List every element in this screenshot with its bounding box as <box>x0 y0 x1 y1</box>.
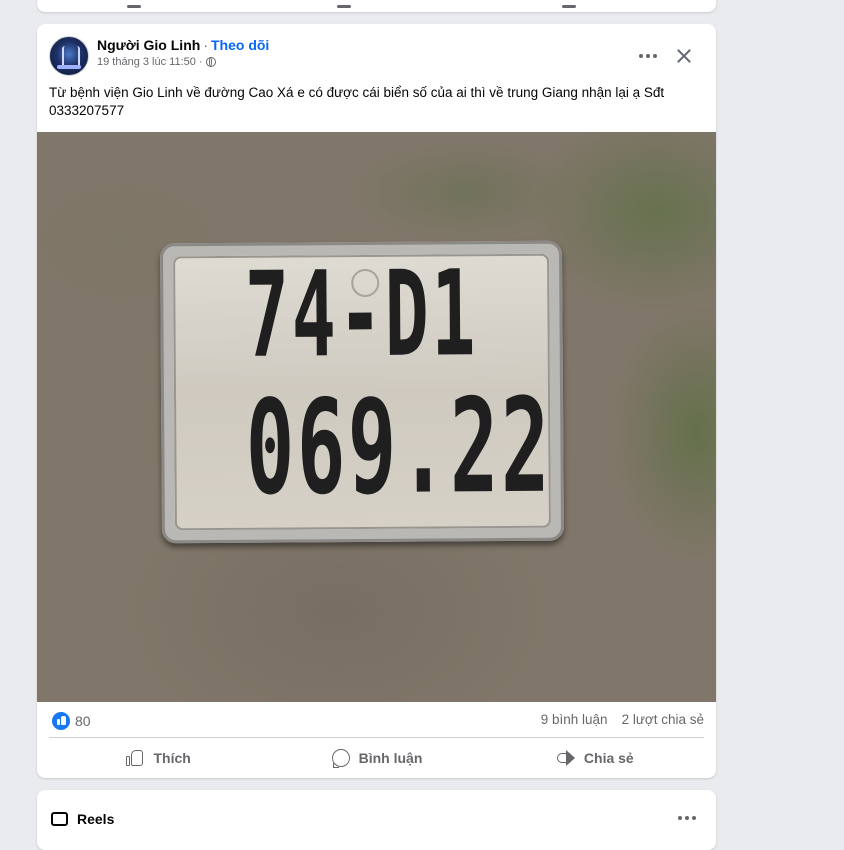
share-arrow-icon <box>556 748 576 768</box>
reels-title[interactable]: Reels <box>77 811 114 827</box>
avatar[interactable] <box>49 36 89 76</box>
like-label: Thích <box>153 750 191 766</box>
like-reaction-icon[interactable] <box>52 712 70 730</box>
close-icon[interactable] <box>672 44 696 68</box>
globe-icon[interactable] <box>205 57 216 67</box>
post-stats: 80 9 bình luận 2 lượt chia sẻ <box>49 710 704 732</box>
share-button[interactable]: Chia sẻ <box>486 742 704 774</box>
post-card: Người Gio Linh · Theo dõi 19 tháng 3 lúc 1… <box>37 24 716 778</box>
license-plate: 74-D1 069.22 <box>159 240 565 544</box>
like-button[interactable]: Thích <box>49 742 267 774</box>
reels-more-button[interactable] <box>678 816 696 820</box>
comment-label: Bình luận <box>358 750 423 766</box>
previous-post-card <box>37 0 716 12</box>
plate-line-1: 74-D1 <box>244 244 479 384</box>
previous-comment-icon[interactable] <box>337 5 351 8</box>
share-count[interactable]: 2 lượt chia sẻ <box>622 712 704 727</box>
name-separator: · <box>203 37 208 53</box>
follow-button[interactable]: Theo dõi <box>211 37 269 53</box>
divider <box>49 737 704 738</box>
post-meta: 19 tháng 3 lúc 11:50 · <box>97 56 216 68</box>
previous-like-icon[interactable] <box>127 5 141 8</box>
post-header: Người Gio Linh · Theo dõi 19 tháng 3 lúc 1… <box>49 36 704 76</box>
author-name[interactable]: Người Gio Linh <box>97 37 200 53</box>
previous-share-icon[interactable] <box>562 5 576 8</box>
post-actions: Thích Bình luận Chia sẻ <box>49 742 704 774</box>
plate-line-2: 069.22 <box>245 369 553 524</box>
more-options-button[interactable] <box>636 44 660 68</box>
reels-icon <box>51 812 68 826</box>
reels-card: Reels <box>37 790 716 850</box>
post-text: Từ bệnh viện Gio Linh về đường Cao Xá e … <box>49 85 665 118</box>
previous-post-actions <box>37 0 716 8</box>
comment-button[interactable]: Bình luận <box>267 742 485 774</box>
thumbs-up-icon <box>125 748 145 768</box>
comment-count[interactable]: 9 bình luận <box>541 712 608 727</box>
post-timestamp[interactable]: 19 tháng 3 lúc 11:50 <box>97 56 196 68</box>
share-label: Chia sẻ <box>583 750 634 766</box>
reaction-count[interactable]: 80 <box>75 713 91 729</box>
author-line: Người Gio Linh · Theo dõi <box>97 37 269 53</box>
post-photo[interactable]: 74-D1 069.22 <box>37 132 716 702</box>
meta-separator: · <box>198 56 203 68</box>
comment-bubble-icon <box>331 748 351 768</box>
